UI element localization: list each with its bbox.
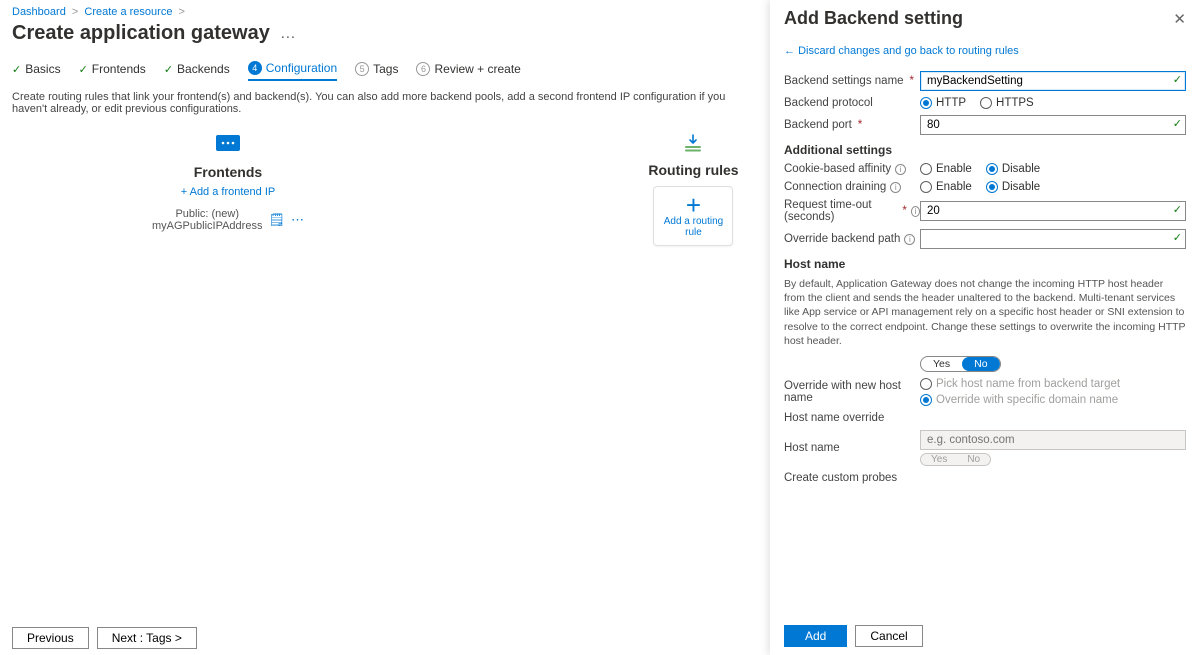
routing-rules-node: Routing rules + Add a routing rule	[634, 133, 753, 250]
tab-frontends[interactable]: ✓Frontends	[79, 57, 146, 81]
name-label: Backend settings name	[784, 75, 904, 87]
additional-settings-heading: Additional settings	[784, 143, 1186, 157]
tab-review[interactable]: 6Review + create	[416, 57, 520, 81]
wizard-tabs: ✓Basics ✓Frontends ✓Backends 4Configurat…	[12, 57, 753, 81]
page-title: Create application gateway	[12, 22, 270, 45]
draining-enable-radio[interactable]: Enable	[920, 181, 972, 193]
affinity-label: Cookie-based affinity	[784, 163, 891, 175]
hostname-heading: Host name	[784, 257, 1186, 271]
timeout-label: Request time-out (seconds)	[784, 199, 896, 223]
crumb-dashboard[interactable]: Dashboard	[12, 6, 66, 18]
backend-name-input[interactable]	[920, 71, 1186, 91]
override-specific-radio[interactable]: Override with specific domain name	[920, 394, 1118, 406]
download-icon	[682, 133, 704, 153]
hostname-override-label: Host name override	[784, 412, 920, 424]
tab-tags[interactable]: 5Tags	[355, 57, 398, 81]
check-icon: ✓	[79, 63, 88, 76]
edit-icon[interactable]: 🗒	[268, 212, 285, 228]
discard-link[interactable]: Discard changes and go back to routing r…	[784, 45, 1019, 57]
probes-toggle: YesNo	[920, 453, 991, 466]
pick-backend-radio[interactable]: Pick host name from backend target	[920, 378, 1120, 390]
override-path-input[interactable]	[920, 229, 1186, 249]
check-icon: ✓	[12, 63, 21, 76]
protocol-http-radio[interactable]: HTTP	[920, 97, 966, 109]
backend-setting-panel: Add Backend setting ✕ Discard changes an…	[770, 0, 1200, 655]
hostname-input	[920, 430, 1186, 450]
timeout-input[interactable]	[920, 201, 1186, 221]
close-icon[interactable]: ✕	[1173, 10, 1186, 28]
frontends-icon	[214, 133, 242, 155]
frontend-item: Public: (new) myAGPublicIPAddress	[152, 208, 262, 232]
step-number-icon: 6	[416, 62, 430, 76]
add-rule-button[interactable]: + Add a routing rule	[653, 186, 733, 246]
more-icon[interactable]: …	[280, 29, 296, 39]
override-new-label: Override with new host name	[784, 380, 920, 404]
protocol-label: Backend protocol	[784, 97, 920, 109]
hostname-label: Host name	[784, 442, 920, 454]
cancel-button[interactable]: Cancel	[855, 625, 922, 647]
port-label: Backend port	[784, 119, 852, 131]
add-frontend-link[interactable]: + Add a frontend IP	[152, 186, 304, 198]
check-icon: ✓	[164, 63, 173, 76]
panel-title: Add Backend setting	[784, 8, 963, 29]
backend-port-input[interactable]	[920, 115, 1186, 135]
frontends-title: Frontends	[152, 164, 304, 180]
tab-backends[interactable]: ✓Backends	[164, 57, 230, 81]
affinity-disable-radio[interactable]: Disable	[986, 163, 1040, 175]
page-description: Create routing rules that link your fron…	[12, 91, 753, 115]
tab-configuration[interactable]: 4Configuration	[248, 57, 337, 81]
override-path-label: Override backend path	[784, 233, 900, 245]
hostname-toggle[interactable]: Yes No	[920, 356, 1001, 372]
info-icon[interactable]: i	[895, 164, 906, 175]
step-number-icon: 4	[248, 61, 262, 75]
rules-title: Routing rules	[634, 162, 753, 178]
add-button[interactable]: Add	[784, 625, 847, 647]
info-icon[interactable]: i	[911, 206, 920, 217]
step-number-icon: 5	[355, 62, 369, 76]
previous-button[interactable]: Previous	[12, 627, 89, 649]
protocol-https-radio[interactable]: HTTPS	[980, 97, 1034, 109]
draining-disable-radio[interactable]: Disable	[986, 181, 1040, 193]
affinity-enable-radio[interactable]: Enable	[920, 163, 972, 175]
next-button[interactable]: Next : Tags >	[97, 627, 197, 649]
more-icon[interactable]: ⋯	[291, 212, 304, 228]
draining-label: Connection draining	[784, 181, 886, 193]
breadcrumb: Dashboard > Create a resource >	[12, 6, 753, 18]
crumb-create-resource[interactable]: Create a resource	[84, 6, 172, 18]
hostname-help: By default, Application Gateway does not…	[784, 277, 1186, 348]
info-icon[interactable]: i	[904, 234, 915, 245]
plus-icon: +	[686, 194, 701, 216]
tab-basics[interactable]: ✓Basics	[12, 57, 61, 81]
info-icon[interactable]: i	[890, 182, 901, 193]
probes-label: Create custom probes	[784, 472, 920, 484]
frontends-node: Frontends + Add a frontend IP Public: (n…	[152, 133, 304, 250]
